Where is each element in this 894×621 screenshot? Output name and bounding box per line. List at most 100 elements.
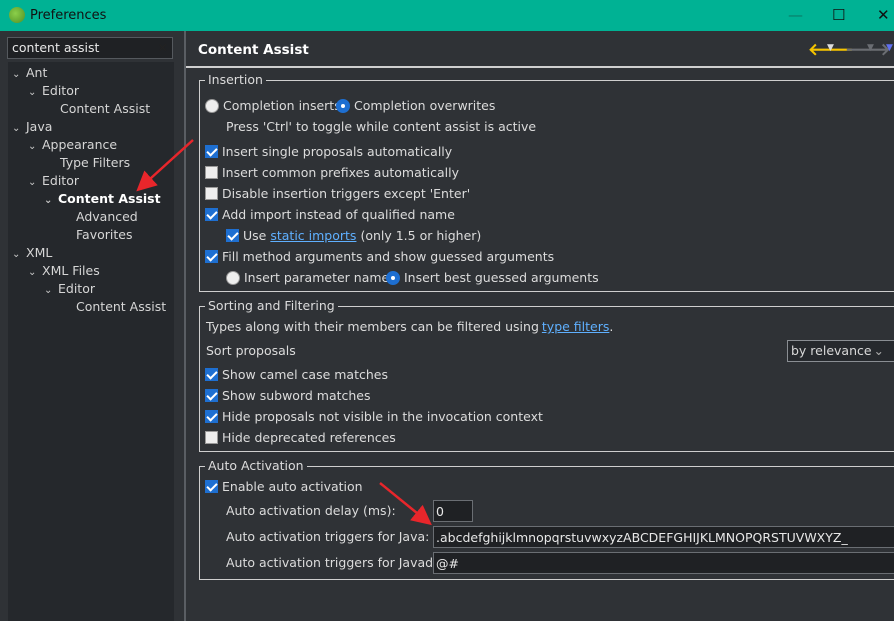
insert-prefixes-checkbox[interactable]: Insert common prefixes automatically (205, 165, 459, 180)
checkbox-checked-icon (205, 480, 218, 493)
radio-selected-icon (336, 98, 350, 113)
view-menu-icon[interactable]: ▼ (886, 43, 893, 53)
tree-item-label: XML (26, 245, 53, 260)
label: Disable insertion triggers except 'Enter… (222, 186, 471, 201)
chevron-down-icon[interactable]: ⌄ (28, 267, 42, 278)
tree-item-label: Ant (26, 65, 48, 80)
radio-icon (205, 98, 219, 113)
tree-item-label: Editor (58, 281, 95, 296)
camel-case-checkbox[interactable]: Show camel case matches (205, 367, 388, 382)
delay-label: Auto activation delay (ms): (226, 503, 396, 518)
tree-item[interactable]: ⌄ Editor (28, 83, 79, 98)
desc-suffix: . (609, 319, 614, 334)
tree-item[interactable]: ⌄ Content Assist (44, 191, 161, 206)
hide-deprecated-checkbox[interactable]: Hide deprecated references (205, 430, 396, 445)
tree-item[interactable]: ⌄ Editor (28, 173, 79, 188)
minimize-button[interactable]: — (788, 6, 803, 24)
clear-filter-icon[interactable]: ✕ (158, 40, 168, 55)
add-import-checkbox[interactable]: Add import instead of qualified name (205, 207, 455, 222)
chevron-down-icon[interactable]: ⌄ (12, 123, 26, 134)
chevron-down-icon[interactable]: ⌄ (12, 249, 26, 260)
type-filters-description: Types along with their members can be fi… (206, 319, 613, 334)
tree-item[interactable]: ⌄ Java (12, 119, 52, 134)
tree-item-label: Content Assist (58, 191, 161, 206)
enable-auto-activation-checkbox[interactable]: Enable auto activation (205, 479, 363, 494)
label: Use (243, 228, 267, 243)
insert-single-checkbox[interactable]: Insert single proposals automatically (205, 144, 452, 159)
completion-overwrites-radio[interactable]: Completion overwrites (336, 98, 495, 113)
checkbox-checked-icon (205, 389, 218, 402)
checkbox-checked-icon (205, 368, 218, 381)
tree-item[interactable]: Type Filters (44, 155, 130, 170)
chevron-down-icon[interactable]: ⌄ (44, 195, 58, 206)
type-filters-link[interactable]: type filters (542, 319, 610, 334)
checkbox-checked-icon (205, 410, 218, 423)
tree-item[interactable]: ⌄ XML (12, 245, 52, 260)
tree-item-label: Advanced (76, 209, 138, 224)
javadoc-triggers-input[interactable]: @# (433, 552, 894, 574)
radio-selected-icon (386, 270, 400, 285)
tree-item[interactable]: ⌄ Editor (44, 281, 95, 296)
chevron-down-icon[interactable]: ⌄ (28, 177, 42, 188)
chevron-down-icon[interactable]: ⌄ (12, 69, 26, 80)
label: Hide deprecated references (222, 430, 396, 445)
subword-checkbox[interactable]: Show subword matches (205, 388, 371, 403)
label: Insert best guessed arguments (404, 270, 599, 285)
label: Insert single proposals automatically (222, 144, 453, 159)
label: Show subword matches (222, 388, 371, 403)
delay-input[interactable]: 0 (433, 500, 473, 522)
chevron-down-icon: ⌄ (873, 343, 884, 358)
tree-item[interactable]: Favorites (60, 227, 132, 242)
filter-value: content assist (12, 40, 100, 55)
tree-item[interactable]: Content Assist (44, 101, 150, 116)
label: Completion inserts (223, 98, 341, 113)
tree-item[interactable]: ⌄ Ant (12, 65, 47, 80)
label: Insert common prefixes automatically (222, 165, 460, 180)
tree-item-label: Content Assist (60, 101, 151, 116)
header-separator (186, 66, 894, 68)
label: Add import instead of qualified name (222, 207, 455, 222)
sorting-legend: Sorting and Filtering (205, 298, 338, 313)
window-title: Preferences (30, 8, 107, 23)
toggle-hint: Press 'Ctrl' to toggle while content ass… (226, 119, 537, 134)
desc-text: Types along with their members can be fi… (206, 319, 539, 334)
preference-tree: ⌄ Ant ⌄ Editor Content Assist ⌄ Java ⌄ Appearanc… (8, 62, 174, 621)
label: Enable auto activation (222, 479, 363, 494)
checkbox-icon (205, 187, 218, 200)
hide-invisible-checkbox[interactable]: Hide proposals not visible in the invoca… (205, 409, 543, 424)
completion-inserts-radio[interactable]: Completion inserts (205, 98, 341, 113)
close-button[interactable]: ✕ (877, 6, 890, 24)
chevron-down-icon[interactable]: ⌄ (44, 285, 58, 296)
sort-proposals-select[interactable]: by relevance ⌄ (787, 340, 894, 362)
page-title: Content Assist (198, 42, 309, 58)
tree-item[interactable]: Content Assist (60, 299, 166, 314)
checkbox-checked-icon (205, 145, 218, 158)
label: Show camel case matches (222, 367, 388, 382)
filter-input[interactable]: content assist ✕ (7, 37, 173, 59)
disable-triggers-checkbox[interactable]: Disable insertion triggers except 'Enter… (205, 186, 470, 201)
tree-item-label: Editor (42, 173, 79, 188)
forward-menu-chevron-icon[interactable]: ▼ (867, 43, 874, 53)
tree-item-label: Java (26, 119, 53, 134)
label: Hide proposals not visible in the invoca… (222, 409, 543, 424)
tree-item[interactable]: Advanced (60, 209, 138, 224)
use-static-imports-checkbox[interactable]: Use static imports (only 1.5 or higher) (226, 228, 481, 243)
insert-best-guessed-radio[interactable]: Insert best guessed arguments (386, 270, 599, 285)
chevron-down-icon[interactable]: ⌄ (28, 141, 42, 152)
back-menu-chevron-icon[interactable]: ▼ (827, 43, 834, 53)
splitter[interactable] (184, 31, 186, 621)
java-triggers-label: Auto activation triggers for Java: (226, 529, 430, 544)
label: Completion overwrites (354, 98, 496, 113)
radio-icon (226, 270, 240, 285)
fill-arguments-checkbox[interactable]: Fill method arguments and show guessed a… (205, 249, 554, 264)
tree-item-label: Type Filters (60, 155, 131, 170)
tree-item[interactable]: ⌄ XML Files (28, 263, 100, 278)
tree-item-label: Content Assist (76, 299, 167, 314)
checkbox-checked-icon (205, 208, 218, 221)
maximize-button[interactable]: ☐ (832, 6, 845, 24)
insert-parameter-names-radio[interactable]: Insert parameter names (226, 270, 396, 285)
chevron-down-icon[interactable]: ⌄ (28, 87, 42, 98)
static-imports-link[interactable]: static imports (270, 228, 356, 243)
java-triggers-input[interactable]: .abcdefghijklmnopqrstuvwxyzABCDEFGHIJKLM… (433, 526, 894, 548)
tree-item[interactable]: ⌄ Appearance (28, 137, 117, 152)
